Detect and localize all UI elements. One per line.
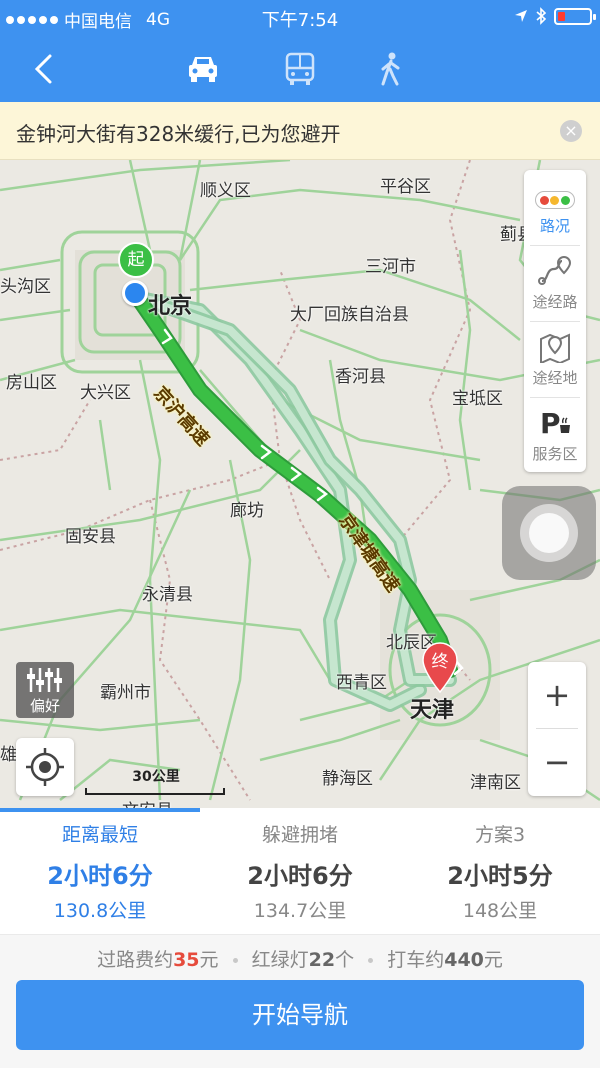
bus-icon (285, 52, 315, 85)
route-via-icon (538, 256, 572, 285)
zoom-control: + − (528, 662, 586, 796)
map-base-layer (0, 160, 600, 802)
route-time: 2小时6分 (247, 862, 353, 890)
route-time: 2小时5分 (447, 862, 553, 890)
route-name: 躲避拥堵 (261, 824, 338, 846)
traffic-notice: 金钟河大街有328米缓行,已为您避开 × (0, 102, 600, 160)
zoom-in-button[interactable]: + (528, 662, 586, 728)
route-options: 距离最短 2小时6分 130.8公里 躲避拥堵 2小时6分 134.7公里 方案… (0, 808, 600, 934)
route-distance: 134.7公里 (253, 900, 347, 922)
start-pin-icon: 起 (118, 242, 154, 278)
transport-mode-bar (0, 36, 600, 102)
traffic-light-icon (535, 191, 575, 209)
preference-button[interactable]: 偏好 (16, 662, 74, 718)
mode-bus-tab[interactable] (275, 44, 325, 94)
route-option-3[interactable]: 方案3 2小时5分 148公里 (400, 808, 600, 934)
notice-close-button[interactable]: × (560, 120, 582, 142)
route-time: 2小时6分 (47, 862, 153, 890)
place-label: 宝坻区 (452, 389, 503, 409)
route-option-1[interactable]: 距离最短 2小时6分 130.8公里 (0, 808, 200, 934)
svg-text:P: P (540, 407, 561, 439)
current-location-dot-icon (122, 280, 148, 306)
mode-car-tab[interactable] (178, 44, 228, 94)
parking-service-icon: P (540, 407, 570, 439)
zoom-out-button[interactable]: − (528, 729, 586, 795)
status-bar: 中国电信 4G 下午7:54 (0, 0, 600, 34)
bluetooth-icon (536, 7, 546, 25)
close-icon: × (564, 121, 578, 140)
navigation-app: 中国电信 4G 下午7:54 金钟河大街有328米缓行,已为您避开 × 京沪高速… (0, 0, 600, 1068)
notice-text: 金钟河大街有328米缓行,已为您避开 (16, 122, 341, 146)
start-marker-label: 起 (127, 250, 145, 270)
place-label: 顺义区 (200, 181, 251, 201)
clock: 下午7:54 (261, 10, 339, 31)
place-label: 文安县 (122, 796, 173, 808)
place-label: 头沟区 (0, 277, 51, 297)
route-option-2[interactable]: 躲避拥堵 2小时6分 134.7公里 (200, 808, 400, 934)
assistive-touch-button[interactable] (502, 486, 596, 580)
locate-me-button[interactable] (16, 738, 74, 796)
place-label: 津南区 (470, 773, 521, 793)
back-chevron-icon (34, 54, 52, 84)
traffic-toggle-button[interactable]: 路况 (524, 170, 586, 244)
place-label: 三河市 (365, 257, 416, 277)
route-summary: 过路费约35元 红绿灯22个 打车约440元 (0, 934, 600, 976)
place-label: 平谷区 (380, 177, 431, 197)
route-distance: 130.8公里 (53, 900, 147, 922)
place-label: 香河县 (335, 367, 386, 387)
start-navigation-button[interactable]: 开始导航 (16, 980, 584, 1050)
taxi-value: 440 (444, 949, 484, 971)
lights-unit: 个 (335, 949, 355, 971)
service-area-button[interactable]: P 服务区 (524, 398, 586, 472)
walk-icon (381, 52, 400, 86)
map-view[interactable]: 京沪高速 京津塘高速 顺义区 平谷区 蓟县 头沟区 北京 三河市 大厂回族自治县… (0, 160, 600, 808)
map-tools-panel: 路况 途经路 途经地 P 服务区 (524, 170, 586, 472)
place-label: 永清县 (142, 585, 193, 605)
place-label: 房山区 (6, 373, 57, 393)
place-label: 静海区 (322, 769, 373, 789)
route-name: 距离最短 (61, 824, 138, 846)
service-area-label: 服务区 (532, 445, 578, 463)
toll-unit: 元 (199, 949, 219, 971)
taxi-label: 打车约 (387, 949, 445, 971)
start-area: 开始导航 (0, 976, 600, 1068)
back-button[interactable] (18, 44, 68, 94)
lights-value: 22 (308, 949, 336, 971)
end-marker[interactable]: 终 (420, 642, 460, 694)
location-arrow-icon (515, 10, 527, 22)
place-label: 霸州市 (100, 683, 151, 703)
place-label-tianjin: 天津 (410, 698, 455, 723)
crosshair-location-icon (26, 748, 64, 786)
place-label: 大兴区 (80, 383, 131, 403)
place-label: 大厂回族自治县 (290, 305, 409, 325)
place-label: 西青区 (336, 673, 387, 693)
place-label: 雄 (0, 745, 17, 765)
start-marker[interactable]: 起 (116, 242, 156, 306)
scale-label: 30公里 (132, 769, 180, 785)
map-pin-icon (540, 333, 570, 363)
place-label: 固安县 (65, 527, 116, 547)
via-road-label: 途经路 (532, 293, 578, 311)
toll-value: 35 (173, 949, 200, 971)
preference-label: 偏好 (29, 697, 60, 715)
header-bar: 中国电信 4G 下午7:54 (0, 0, 600, 102)
traffic-label: 路况 (539, 217, 570, 235)
end-marker-label: 终 (431, 652, 449, 672)
route-distance: 148公里 (462, 900, 538, 922)
battery-icon (554, 7, 596, 25)
route-name: 方案3 (474, 824, 526, 846)
taxi-unit: 元 (483, 949, 503, 971)
mode-walk-tab[interactable] (366, 44, 416, 94)
lights-label: 红绿灯 (251, 949, 309, 971)
via-place-label: 途经地 (532, 369, 578, 387)
via-road-button[interactable]: 途经路 (524, 246, 586, 320)
place-label: 廊坊 (230, 501, 264, 521)
sliders-icon (27, 668, 62, 692)
via-place-button[interactable]: 途经地 (524, 322, 586, 396)
map-scale: 30公里 (86, 766, 226, 796)
toll-label: 过路费约 (97, 949, 174, 971)
car-icon (189, 57, 217, 82)
